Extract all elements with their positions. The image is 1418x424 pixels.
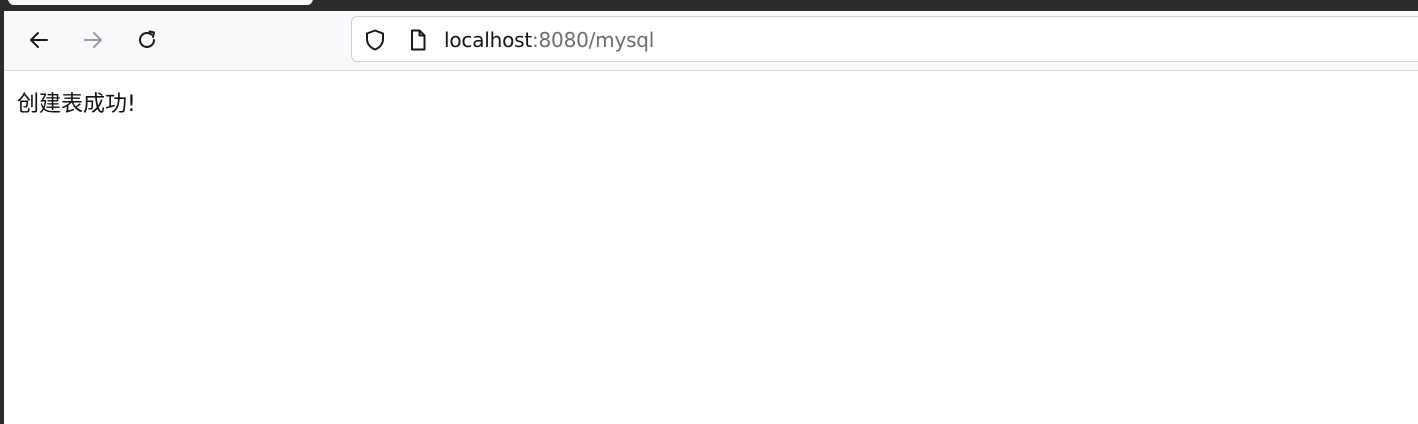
arrow-left-icon: [30, 32, 48, 48]
shield-icon[interactable]: [363, 28, 387, 52]
back-button[interactable]: [22, 23, 56, 57]
active-tab[interactable]: [8, 0, 313, 5]
navigation-toolbar: localhost:8080/mysql: [4, 11, 1418, 71]
tab-strip: [0, 0, 1418, 11]
reload-button[interactable]: [130, 23, 164, 57]
page-content: 创建表成功!: [4, 71, 1418, 424]
browser-window: localhost:8080/mysql 创建表成功!: [0, 0, 1418, 424]
url-host: localhost: [444, 28, 532, 52]
arrow-right-icon: [84, 32, 102, 48]
forward-button[interactable]: [76, 23, 110, 57]
page-icon[interactable]: [407, 28, 429, 52]
url-path: :8080/mysql: [531, 28, 655, 52]
reload-icon: [139, 30, 155, 48]
url-text[interactable]: localhost:8080/mysql: [444, 28, 654, 52]
address-bar[interactable]: localhost:8080/mysql: [351, 16, 1418, 62]
status-message: 创建表成功!: [17, 92, 136, 117]
